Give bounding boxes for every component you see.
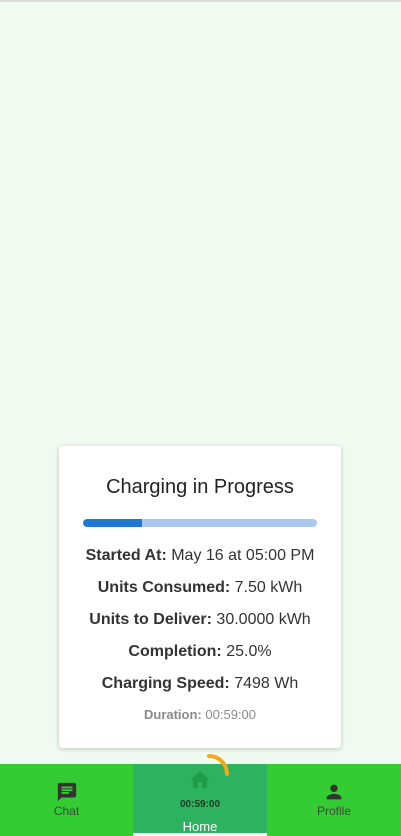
top-divider (0, 0, 401, 2)
home-icon (188, 768, 212, 792)
charging-progress-fill (83, 519, 142, 527)
nav-home-button[interactable]: 00:59:00 Home (133, 754, 267, 836)
nav-home-label: Home (182, 819, 218, 834)
charging-speed-label: Charging Speed: (101, 675, 230, 692)
bottom-navigation: Chat 00:59:00 Home Profile (0, 754, 401, 836)
charging-speed-value: 7498 Wh (234, 675, 299, 692)
nav-profile-label: Profile (316, 804, 351, 818)
home-timer: 00:59:00 (179, 799, 221, 810)
chat-icon (0, 781, 133, 803)
nav-profile-button[interactable]: Profile (267, 764, 401, 836)
duration-row: Duration: 00:59:00 (59, 706, 341, 724)
duration-label: Duration: (143, 707, 202, 722)
completion-row: Completion: 25.0% (59, 643, 341, 661)
completion-label: Completion: (128, 643, 222, 660)
nav-chat-label: Chat (53, 804, 80, 818)
units-to-deliver-row: Units to Deliver: 30.0000 kWh (59, 611, 341, 629)
duration-value: 00:59:00 (205, 707, 256, 722)
units-consumed-row: Units Consumed: 7.50 kWh (59, 579, 341, 597)
started-at-label: Started At: (85, 547, 167, 564)
units-consumed-value: 7.50 kWh (234, 579, 303, 596)
started-at-row: Started At: May 16 at 05:00 PM (59, 547, 341, 565)
person-icon (267, 781, 401, 803)
units-to-deliver-value: 30.0000 kWh (216, 611, 311, 628)
units-to-deliver-label: Units to Deliver: (89, 611, 212, 628)
started-at-value: May 16 at 05:00 PM (171, 547, 315, 564)
card-title: Charging in Progress (106, 476, 294, 498)
charging-speed-row: Charging Speed: 7498 Wh (59, 675, 341, 693)
completion-value: 25.0% (226, 643, 272, 660)
charging-status-card: Charging in Progress Started At: May 16 … (59, 446, 341, 748)
units-consumed-label: Units Consumed: (97, 579, 231, 596)
charging-progress-bar (83, 519, 317, 527)
nav-chat-button[interactable]: Chat (0, 764, 133, 836)
